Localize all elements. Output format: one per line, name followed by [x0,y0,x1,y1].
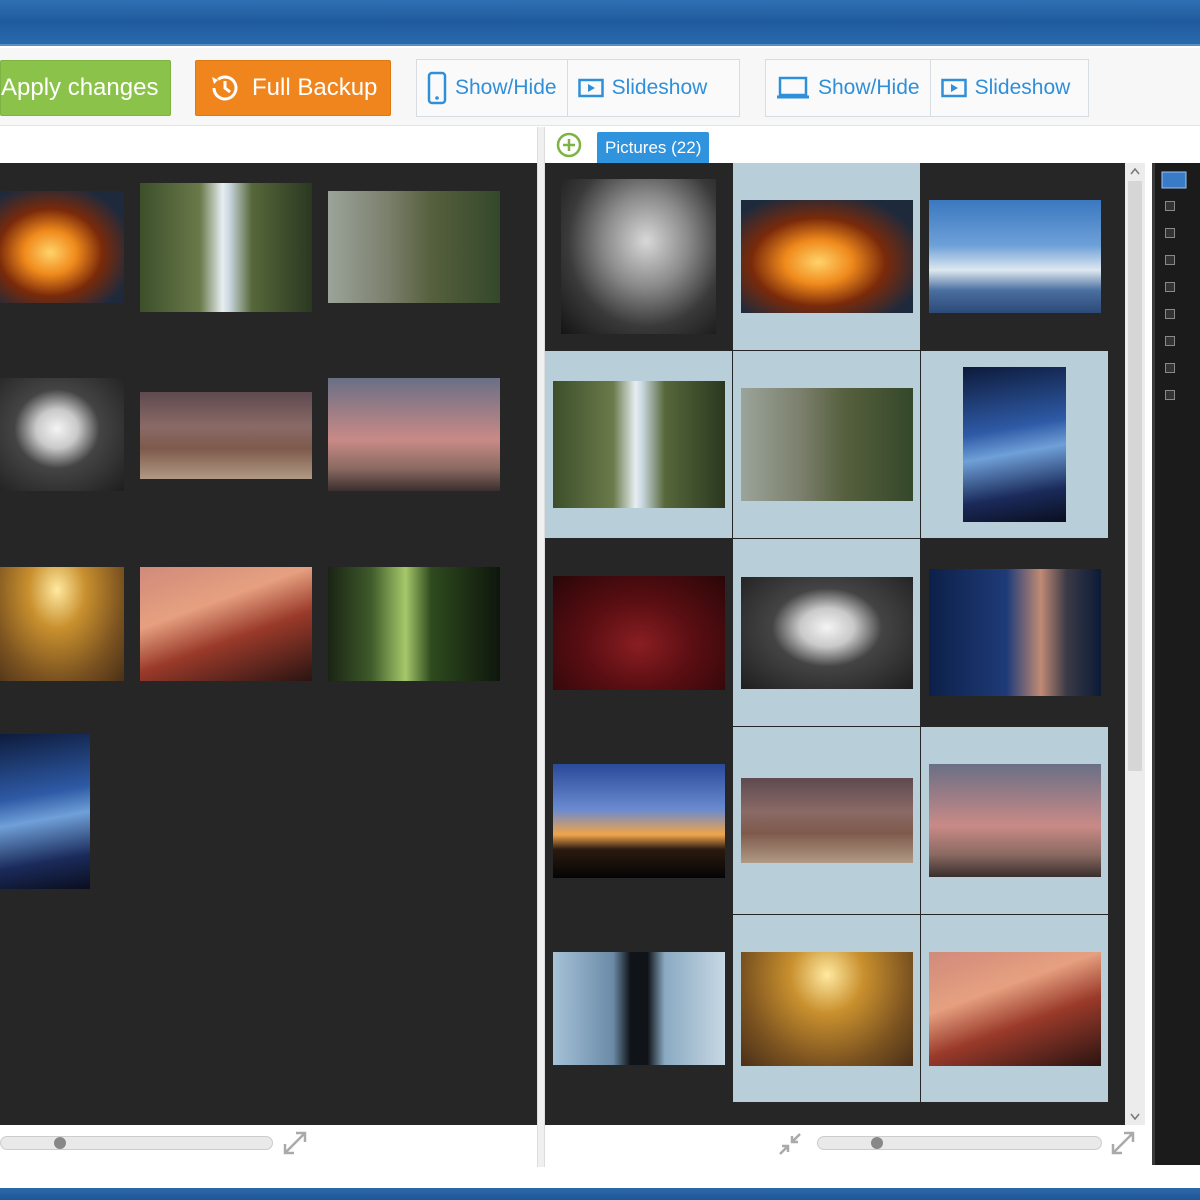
phone-slideshow-button[interactable]: Slideshow [566,60,718,116]
thumbnail-man-lake[interactable] [552,952,725,1065]
expand-icon[interactable] [1110,1130,1136,1156]
grid-cell[interactable] [545,351,732,538]
source-panel [0,127,537,1167]
grid-cell[interactable] [545,539,732,726]
tree-expander[interactable] [1165,390,1175,400]
grid-cell[interactable] [733,539,920,726]
thumbnail-forest[interactable] [328,567,500,681]
album-panel-header: Pictures (22) [545,127,1152,163]
grid-cell[interactable] [545,915,732,1102]
thumbnail-fire[interactable] [0,191,124,303]
panel-splitter[interactable] [537,127,545,1167]
thumbnail-lava-sunset[interactable] [928,951,1101,1066]
thumbnail-fire[interactable] [740,200,913,313]
thumbnail-autumn-leaves[interactable] [740,951,913,1066]
desktop-showhide-label: Show/Hide [818,76,920,99]
album-panel: Pictures (22) [545,127,1152,1167]
phone-showhide-label: Show/Hide [455,76,557,99]
grid-cell[interactable] [921,163,1108,350]
thumbnail-deer-stream[interactable] [328,191,500,303]
grid-cell[interactable] [545,727,732,914]
tree-expander[interactable] [1165,282,1175,292]
computer-icon [1161,171,1187,189]
slideshow-icon [940,78,967,98]
tree-expander[interactable] [1165,228,1175,238]
zoom-slider-knob[interactable] [54,1137,66,1149]
thumbnail-train-window[interactable] [0,378,124,491]
grid-cell[interactable] [733,727,920,914]
thumbnail-lava-sunset[interactable] [140,567,312,681]
thumbnail-deer-field[interactable] [740,778,913,863]
zoom-slider[interactable] [817,1136,1102,1150]
grid-cell[interactable] [921,915,1108,1102]
phone-showhide-button[interactable]: Show/Hide [417,60,567,116]
desktop-slideshow-label: Slideshow [974,76,1071,99]
window-titlebar [0,0,1200,46]
slideshow-icon [577,78,604,98]
toolbar: Apply changes Full Backup Show/Hide Slid… [0,48,1200,126]
thumbnail-singer[interactable] [928,569,1101,696]
grid-cell[interactable] [921,727,1108,914]
thumbnail-red-crowd[interactable] [552,575,725,690]
scroll-up-icon[interactable] [1130,167,1140,175]
phone-view-group: Show/Hide Slideshow [416,59,740,117]
thumbnail-waterfall[interactable] [140,183,312,312]
thumbnail-train-window[interactable] [740,576,913,689]
collapse-icon[interactable] [777,1131,803,1157]
thumbnail-storm-clouds[interactable] [561,179,716,334]
thumbnail-silhouette-horizon[interactable] [552,763,725,878]
tree-expander[interactable] [1165,363,1175,373]
tree-expander[interactable] [1165,309,1175,319]
apply-changes-button[interactable]: Apply changes [0,60,171,116]
desktop-slideshow-button[interactable]: Slideshow [929,60,1081,116]
full-backup-label: Full Backup [252,74,378,101]
thumbnail-wave[interactable] [928,200,1101,313]
thumbnail-hiker-sunset[interactable] [928,764,1101,877]
full-backup-button[interactable]: Full Backup [195,60,391,116]
apply-changes-label: Apply changes [1,74,159,101]
tree-expander[interactable] [1165,201,1175,211]
zoom-slider-knob[interactable] [871,1137,883,1149]
folder-tree-panel[interactable] [1152,163,1200,1165]
grid-cell[interactable] [921,351,1108,538]
scroll-down-icon[interactable] [1130,1113,1140,1121]
album-thumbnail-grid[interactable] [545,163,1125,1125]
source-panel-footer [0,1125,537,1167]
album-vertical-scrollbar[interactable] [1125,163,1145,1125]
grid-cell[interactable] [921,539,1108,726]
add-icon[interactable] [556,132,582,158]
desktop-view-group: Show/Hide Slideshow [765,59,1089,117]
grid-cell[interactable] [733,163,920,350]
album-panel-footer [545,1125,1152,1167]
tab-pictures[interactable]: Pictures (22) [597,132,710,163]
thumbnail-autumn-leaves[interactable] [0,567,124,681]
history-icon [212,75,238,101]
taskbar [0,1167,1200,1200]
tree-expander[interactable] [1165,336,1175,346]
grid-cell[interactable] [733,915,920,1102]
expand-icon[interactable] [282,1130,308,1156]
thumbnail-deer-stream[interactable] [740,388,913,501]
thumbnail-waterfall[interactable] [552,381,725,508]
phone-slideshow-label: Slideshow [611,76,708,99]
source-panel-header [0,127,537,163]
thumbnail-hiker-sunset[interactable] [328,378,500,491]
thumbnail-deer-field[interactable] [140,392,312,479]
source-thumbnail-grid[interactable] [0,163,537,1125]
grid-cell[interactable] [545,163,732,350]
tab-pictures-label: Pictures (22) [605,137,702,157]
tree-expander[interactable] [1165,255,1175,265]
laptop-icon [777,76,809,99]
zoom-slider[interactable] [0,1136,273,1150]
thumbnail-night-sky[interactable] [0,734,90,889]
desktop-showhide-button[interactable]: Show/Hide [766,60,930,116]
grid-cell[interactable] [733,351,920,538]
scrollbar-thumb[interactable] [1128,181,1142,771]
phone-icon [427,71,447,105]
thumbnail-night-sky[interactable] [963,367,1066,522]
